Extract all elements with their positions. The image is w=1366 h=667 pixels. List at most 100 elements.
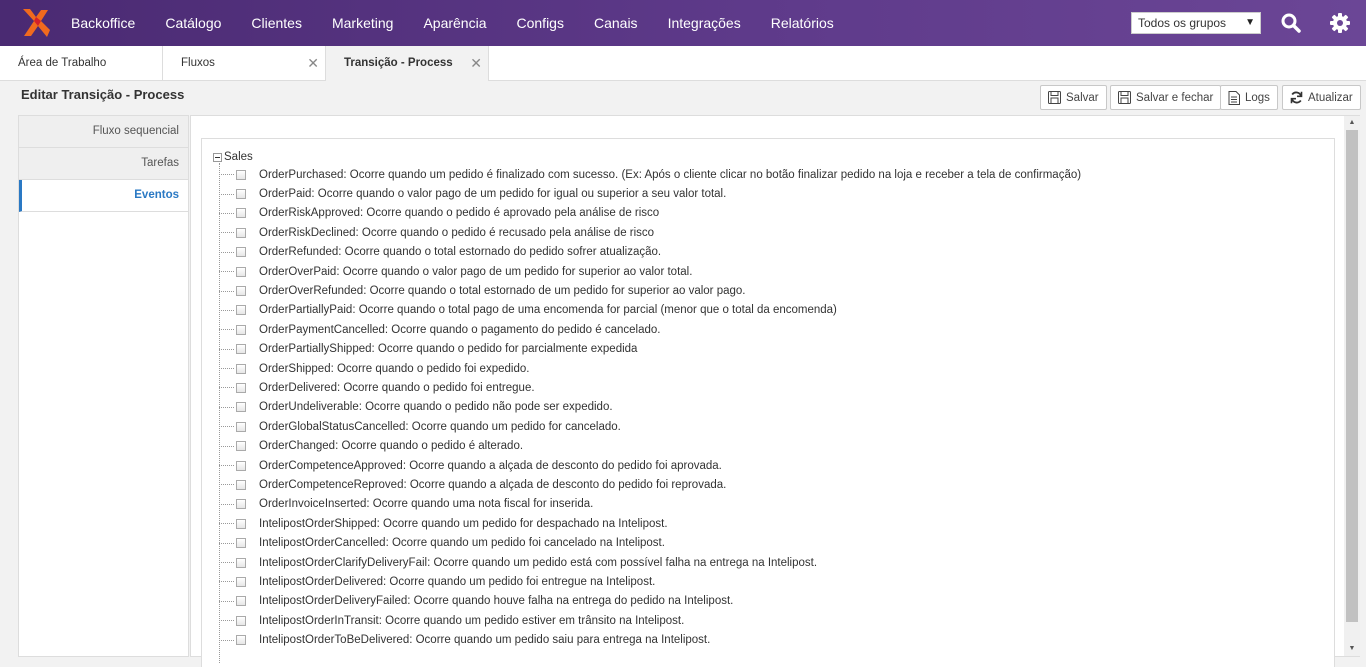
- tree-connector: [219, 329, 234, 331]
- collapse-toggle-icon[interactable]: [213, 152, 222, 162]
- tree-root-sales[interactable]: Sales: [213, 151, 253, 163]
- event-checkbox[interactable]: [236, 441, 246, 452]
- event-item: OrderPaid: Ocorre quando o valor pago de…: [219, 184, 1081, 203]
- event-checkbox[interactable]: [236, 596, 246, 607]
- event-checkbox[interactable]: [236, 421, 246, 432]
- floppy-disk-icon: [1118, 91, 1131, 104]
- nav-integracoes[interactable]: Integrações: [653, 0, 756, 46]
- event-checkbox[interactable]: [236, 169, 246, 180]
- event-item: OrderInvoiceInserted: Ocorre quando uma …: [219, 495, 1081, 514]
- event-checkbox[interactable]: [236, 324, 246, 335]
- event-checkbox[interactable]: [236, 189, 246, 200]
- close-icon[interactable]: ✕: [470, 46, 482, 80]
- event-label: OrderCompetenceReproved: Ocorre quando a…: [259, 478, 727, 491]
- tree-connector: [219, 309, 234, 311]
- event-label: OrderUndeliverable: Ocorre quando o pedi…: [259, 401, 613, 414]
- tab-area-de-trabalho[interactable]: Área de Trabalho: [0, 46, 163, 81]
- tab-fluxos[interactable]: Fluxos ✕: [163, 46, 326, 81]
- nav-aparencia[interactable]: Aparência: [408, 0, 501, 46]
- nav-backoffice[interactable]: Backoffice: [56, 0, 150, 46]
- tree-connector: [219, 368, 234, 370]
- page-title: Editar Transição - Process: [21, 87, 185, 102]
- event-label: IntelipostOrderDeliveryFailed: Ocorre qu…: [259, 595, 734, 608]
- search-icon[interactable]: [1280, 12, 1302, 34]
- event-label: OrderPartiallyPaid: Ocorre quando o tota…: [259, 304, 837, 317]
- document-icon: [1228, 90, 1240, 105]
- nav-clientes[interactable]: Clientes: [236, 0, 317, 46]
- event-item: IntelipostOrderShipped: Ocorre quando um…: [219, 514, 1081, 533]
- refresh-button[interactable]: Atualizar: [1282, 85, 1361, 110]
- event-checkbox[interactable]: [236, 363, 246, 374]
- nav-configs[interactable]: Configs: [502, 0, 579, 46]
- brand-logo[interactable]: [20, 8, 52, 38]
- side-item-fluxo-sequencial[interactable]: Fluxo sequencial: [19, 116, 188, 148]
- event-item: IntelipostOrderCancelled: Ocorre quando …: [219, 533, 1081, 552]
- save-and-close-button[interactable]: Salvar e fechar: [1110, 85, 1222, 110]
- event-checkbox[interactable]: [236, 479, 246, 490]
- event-label: OrderShipped: Ocorre quando o pedido foi…: [259, 362, 530, 375]
- tree-connector: [219, 406, 234, 408]
- tab-transicao-process[interactable]: Transição - Process ✕: [326, 46, 489, 81]
- events-tree: Sales OrderPurchased: Ocorre quando um p…: [201, 138, 1335, 667]
- event-checkbox[interactable]: [236, 382, 246, 393]
- tree-connector: [219, 290, 234, 292]
- event-label: IntelipostOrderToBeDelivered: Ocorre qua…: [259, 634, 711, 647]
- scrollbar-thumb[interactable]: [1346, 130, 1358, 622]
- tree-connector: [219, 503, 234, 505]
- event-label: IntelipostOrderCancelled: Ocorre quando …: [259, 537, 665, 550]
- event-label: IntelipostOrderShipped: Ocorre quando um…: [259, 517, 668, 530]
- event-checkbox[interactable]: [236, 402, 246, 413]
- tree-connector: [219, 639, 234, 641]
- event-label: OrderCompetenceApproved: Ocorre quando a…: [259, 459, 722, 472]
- refresh-icon: [1290, 91, 1303, 104]
- logs-button-label: Logs: [1245, 91, 1270, 104]
- event-checkbox[interactable]: [236, 635, 246, 646]
- tree-connector: [219, 484, 234, 486]
- top-navbar: Backoffice Catálogo Clientes Marketing A…: [0, 0, 1366, 46]
- event-label: IntelipostOrderClarifyDeliveryFail: Ocor…: [259, 556, 818, 569]
- nav-marketing[interactable]: Marketing: [317, 0, 408, 46]
- event-label: OrderRiskDeclined: Ocorre quando o pedid…: [259, 226, 655, 239]
- event-checkbox[interactable]: [236, 208, 246, 219]
- event-checkbox[interactable]: [236, 538, 246, 549]
- event-item: OrderChanged: Ocorre quando o pedido é a…: [219, 436, 1081, 455]
- event-checkbox[interactable]: [236, 227, 246, 238]
- event-checkbox[interactable]: [236, 557, 246, 568]
- close-icon[interactable]: ✕: [307, 46, 319, 80]
- event-checkbox[interactable]: [236, 286, 246, 297]
- event-checkbox[interactable]: [236, 518, 246, 529]
- event-checkbox[interactable]: [236, 615, 246, 626]
- save-and-close-button-label: Salvar e fechar: [1136, 91, 1214, 104]
- save-button[interactable]: Salvar: [1040, 85, 1107, 110]
- event-label: OrderOverPaid: Ocorre quando o valor pag…: [259, 265, 693, 278]
- group-select[interactable]: Todos os grupos ▼: [1131, 12, 1261, 34]
- side-item-tarefas[interactable]: Tarefas: [19, 148, 188, 180]
- event-label: OrderPurchased: Ocorre quando um pedido …: [259, 168, 1082, 181]
- nav-relatorios[interactable]: Relatórios: [756, 0, 849, 46]
- vertical-scrollbar[interactable]: ▲ ▼: [1344, 116, 1360, 656]
- tab-label: Fluxos: [181, 57, 215, 69]
- scroll-down-arrow-icon[interactable]: ▼: [1344, 642, 1360, 656]
- side-menu: Fluxo sequencial Tarefas Eventos: [18, 115, 189, 657]
- event-checkbox[interactable]: [236, 305, 246, 316]
- event-item: IntelipostOrderToBeDelivered: Ocorre qua…: [219, 630, 1081, 649]
- event-checkbox[interactable]: [236, 266, 246, 277]
- nav-catalogo[interactable]: Catálogo: [150, 0, 236, 46]
- scroll-up-arrow-icon[interactable]: ▲: [1344, 116, 1360, 130]
- nav-canais[interactable]: Canais: [579, 0, 653, 46]
- tree-connector: [219, 620, 234, 622]
- event-checkbox[interactable]: [236, 576, 246, 587]
- event-label: OrderPartiallyShipped: Ocorre quando o p…: [259, 343, 638, 356]
- logs-button[interactable]: Logs: [1220, 85, 1278, 110]
- event-item: OrderPaymentCancelled: Ocorre quando o p…: [219, 320, 1081, 339]
- event-checkbox[interactable]: [236, 344, 246, 355]
- event-item: OrderOverPaid: Ocorre quando o valor pag…: [219, 262, 1081, 281]
- gear-icon[interactable]: [1329, 12, 1351, 34]
- event-checkbox[interactable]: [236, 499, 246, 510]
- event-item: OrderOverRefunded: Ocorre quando o total…: [219, 281, 1081, 300]
- event-item: OrderDelivered: Ocorre quando o pedido f…: [219, 378, 1081, 397]
- event-checkbox[interactable]: [236, 247, 246, 258]
- event-checkbox[interactable]: [236, 460, 246, 471]
- side-item-eventos[interactable]: Eventos: [19, 180, 188, 212]
- tree-connector: [219, 387, 234, 389]
